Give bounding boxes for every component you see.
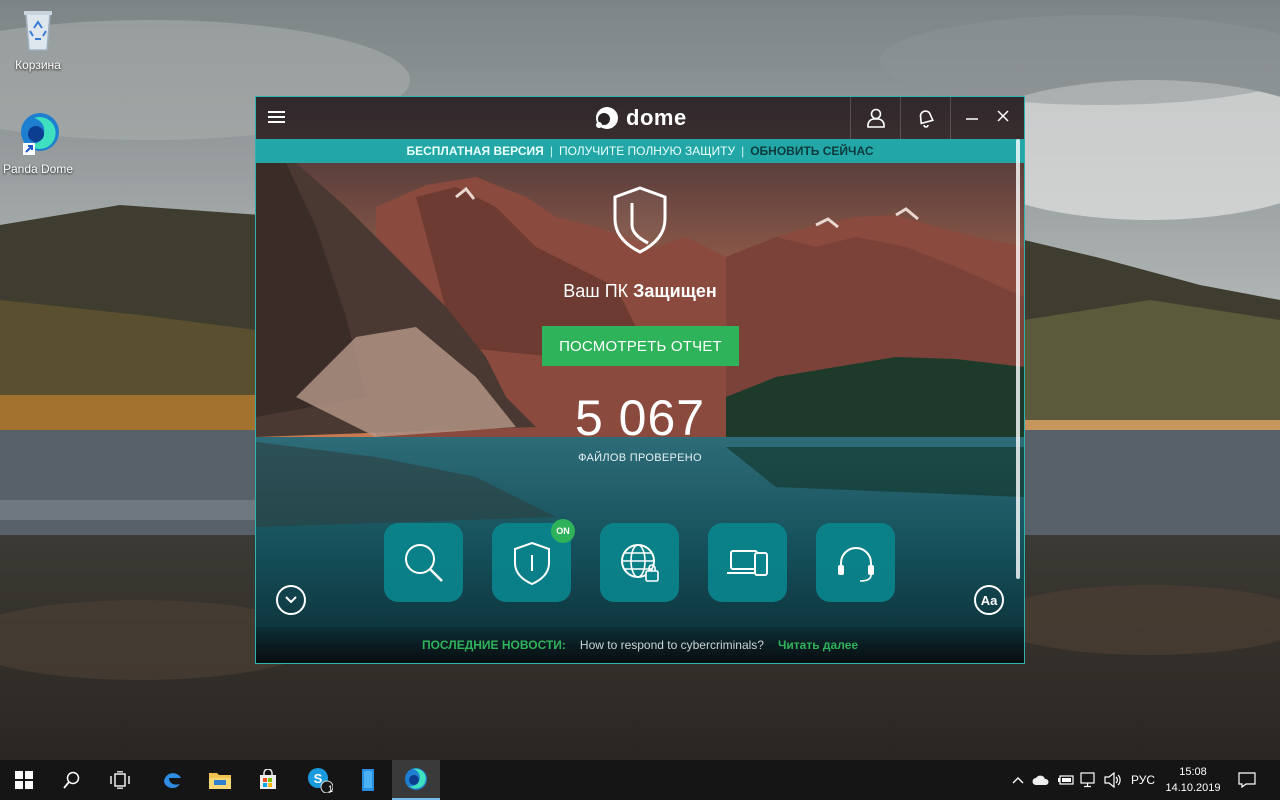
skype-badge-count: 1	[328, 784, 334, 794]
font-size-button[interactable]: Aa	[974, 585, 1004, 615]
clock-date: 14.10.2019	[1165, 782, 1221, 794]
separator: |	[549, 144, 553, 158]
files-scanned-label: ФАЙЛОВ ПРОВЕРЕНО	[578, 452, 702, 464]
headset-icon	[837, 546, 874, 582]
taskbar-edge[interactable]	[148, 760, 196, 800]
desktop-icon-recycle-bin[interactable]: Корзина	[0, 6, 76, 72]
network-icon	[1080, 772, 1095, 788]
feature-tiles: ON	[384, 519, 895, 602]
search-icon	[404, 543, 443, 582]
minimize-icon[interactable]	[965, 109, 979, 128]
title-bar: dome	[256, 97, 1024, 139]
news-header: ПОСЛЕДНИЕ НОВОСТИ:	[421, 638, 566, 652]
shield-icon	[513, 541, 550, 585]
clock-time: 15:08	[1179, 766, 1207, 778]
start-button[interactable]	[0, 760, 48, 800]
store-icon	[260, 769, 276, 789]
files-scanned-count: 5 067	[574, 390, 706, 446]
taskbar-skype[interactable]: S 1	[296, 760, 344, 800]
desktop-icon-label: Panda Dome	[2, 162, 74, 176]
file-explorer-icon	[209, 773, 231, 789]
taskbar-store[interactable]	[244, 760, 292, 800]
panda-dome-icon	[405, 768, 427, 790]
edge-icon	[164, 773, 181, 789]
hamburger-menu-icon[interactable]	[268, 111, 285, 125]
status-state: Защищен	[633, 281, 717, 301]
onedrive-tray[interactable]	[1030, 760, 1052, 800]
close-icon[interactable]	[996, 109, 1010, 128]
tile-devices[interactable]	[708, 523, 787, 602]
tile-web-protection[interactable]	[600, 523, 679, 602]
panda-dome-window: dome БЕСПЛАТНАЯ ВЕРСИЯ | ПОЛУЧИТЕ ПОЛНУЮ…	[255, 96, 1025, 664]
panda-dome-icon	[14, 110, 62, 158]
desktop-icon-label: Корзина	[15, 58, 61, 72]
taskbar-search-button[interactable]	[48, 760, 96, 800]
account-button[interactable]	[850, 97, 900, 139]
bell-icon	[919, 110, 934, 128]
globe-lock-icon	[620, 543, 659, 582]
read-more-link[interactable]: Читать далее	[778, 638, 858, 652]
dome-logo: dome	[594, 103, 687, 133]
input-language[interactable]: РУС	[1127, 760, 1159, 800]
desktop-icon-panda-dome[interactable]: Panda Dome	[0, 110, 76, 176]
news-bar: ПОСЛЕДНИЕ НОВОСТИ: How to respond to cyb…	[256, 627, 1024, 663]
windows-start-icon	[15, 771, 33, 789]
devices-icon	[726, 549, 768, 576]
cloud-icon	[1032, 775, 1049, 785]
panda-logo-icon	[596, 107, 618, 129]
logo-text: dome	[626, 105, 687, 130]
tile-scan[interactable]	[384, 523, 463, 602]
chevron-down-icon	[285, 596, 297, 604]
separator: |	[741, 144, 745, 158]
protection-status: Ваш ПК Защищен	[256, 281, 1024, 302]
notification-icon	[1238, 772, 1256, 788]
network-tray[interactable]	[1078, 760, 1100, 800]
taskbar-app[interactable]	[344, 760, 392, 800]
battery-icon	[1058, 775, 1074, 785]
svg-text:S: S	[314, 771, 323, 786]
window-controls	[950, 97, 1024, 139]
upgrade-now-link[interactable]: ОБНОВИТЬ СЕЙЧАС	[750, 144, 873, 158]
on-badge: ON	[551, 519, 575, 543]
free-version-label: БЕСПЛАТНАЯ ВЕРСИЯ	[406, 144, 544, 158]
protection-shield-icon	[610, 185, 670, 260]
get-protection-label: ПОЛУЧИТЕ ПОЛНУЮ ЗАЩИТУ	[558, 144, 736, 158]
task-view-icon	[110, 771, 130, 789]
speaker-icon	[1104, 772, 1121, 788]
taskbar-panda-dome[interactable]	[392, 760, 440, 800]
notifications-button[interactable]	[900, 97, 950, 139]
volume-tray[interactable]	[1101, 760, 1125, 800]
chevron-up-icon	[1012, 777, 1024, 784]
tile-antivirus[interactable]: ON	[492, 519, 575, 602]
show-hidden-icons[interactable]	[1008, 760, 1028, 800]
search-icon	[63, 771, 80, 789]
status-prefix: Ваш ПК	[563, 281, 629, 301]
recycle-bin-icon	[14, 6, 62, 54]
tile-support[interactable]	[816, 523, 895, 602]
taskbar-file-explorer[interactable]	[196, 760, 244, 800]
app-icon	[362, 769, 374, 791]
action-center[interactable]	[1232, 760, 1262, 800]
user-icon	[866, 108, 885, 128]
promo-banner: БЕСПЛАТНАЯ ВЕРСИЯ | ПОЛУЧИТЕ ПОЛНУЮ ЗАЩИ…	[256, 139, 1024, 163]
battery-tray[interactable]	[1055, 760, 1077, 800]
task-view-button[interactable]	[96, 760, 144, 800]
clock[interactable]: 15:08 14.10.2019	[1160, 764, 1226, 796]
scrollbar[interactable]	[1016, 139, 1020, 579]
view-report-button[interactable]: ПОСМОТРЕТЬ ОТЧЕТ	[542, 326, 739, 366]
expand-down-button[interactable]	[276, 585, 306, 615]
taskbar: S 1 РУС 15:08 14.10.2019	[0, 760, 1280, 800]
news-headline[interactable]: How to respond to cybercriminals?	[580, 638, 764, 652]
